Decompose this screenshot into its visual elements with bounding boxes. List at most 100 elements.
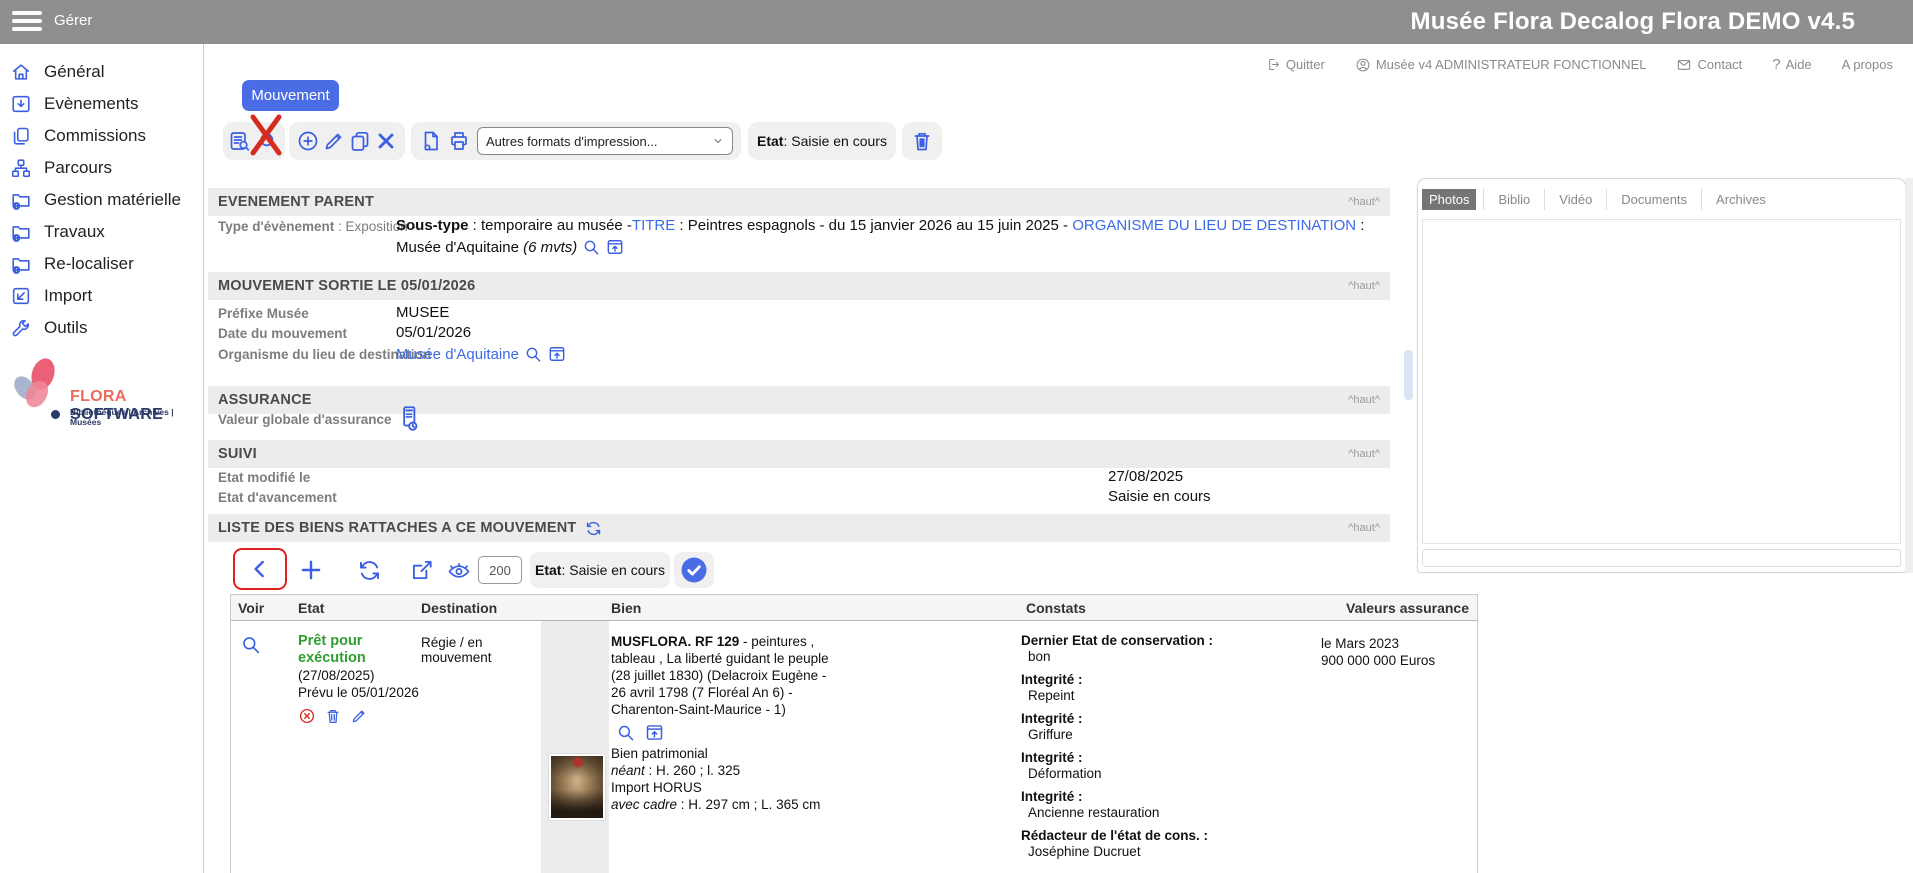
haut-link[interactable]: ^haut^ bbox=[1348, 448, 1380, 460]
validate-button[interactable] bbox=[674, 552, 714, 588]
menu-gerer[interactable]: Gérer bbox=[54, 12, 92, 29]
etat-filter-chip: Etat : Saisie en cours bbox=[530, 552, 670, 588]
bien-dimensions: néant : H. 260 ; l. 325 bbox=[611, 762, 841, 779]
search-button[interactable] bbox=[581, 237, 601, 264]
sidebar-item-general[interactable]: Général bbox=[10, 56, 181, 88]
folder-globe-icon bbox=[10, 189, 32, 211]
field-organisme-value: Musée d'Aquitaine bbox=[396, 344, 567, 368]
sidebar-item-evenements[interactable]: Evènements bbox=[10, 88, 181, 120]
col-bien[interactable]: Bien bbox=[611, 600, 641, 616]
musee-aquitaine-link[interactable]: Musée d'Aquitaine bbox=[396, 346, 519, 363]
haut-link[interactable]: ^haut^ bbox=[1348, 522, 1380, 534]
panel-scrollbar[interactable] bbox=[1422, 549, 1901, 567]
add-bien-button[interactable] bbox=[298, 557, 324, 588]
search-off-icon bbox=[256, 129, 280, 153]
duplicate-icon bbox=[348, 129, 372, 153]
duplicate-button[interactable] bbox=[347, 127, 373, 155]
field-avancement-value: Saisie en cours bbox=[1108, 488, 1211, 505]
toolbar-group-print: Autres formats d'impression... bbox=[411, 122, 741, 160]
panel-collapse-handle[interactable] bbox=[1404, 350, 1413, 400]
photos-empty-area bbox=[1422, 219, 1901, 544]
delete-button[interactable] bbox=[373, 127, 399, 155]
field-avancement-label: Etat d'avancement bbox=[218, 490, 337, 505]
open-record-button[interactable] bbox=[547, 344, 567, 368]
export-list-button[interactable] bbox=[409, 557, 435, 588]
cancel-movement-button[interactable] bbox=[298, 707, 316, 725]
sidebar: Général Evènements Commissions Parcours … bbox=[0, 44, 204, 873]
col-valeurs-assurance[interactable]: Valeurs assurance bbox=[1346, 600, 1469, 616]
add-button[interactable] bbox=[295, 127, 321, 155]
constat-item: Dernier Etat de conservation :bon bbox=[1021, 633, 1316, 665]
recycle-button[interactable] bbox=[356, 557, 383, 589]
section-liste-biens: LISTE DES BIENS RATTACHES A CE MOUVEMENT… bbox=[208, 514, 1390, 542]
utility-bar: Quitter Musée v4 ADMINISTRATEUR FONCTION… bbox=[1266, 56, 1893, 73]
constats-cell: Dernier Etat de conservation :bon Integr… bbox=[1021, 633, 1316, 867]
haut-link[interactable]: ^haut^ bbox=[1348, 394, 1380, 406]
view-record-button[interactable] bbox=[239, 633, 262, 661]
col-etat[interactable]: Etat bbox=[298, 600, 324, 616]
back-button-highlighted[interactable] bbox=[233, 548, 287, 590]
sidebar-item-gestion-materielle[interactable]: Gestion matérielle bbox=[10, 184, 181, 216]
sidebar-item-travaux[interactable]: Travaux bbox=[10, 216, 181, 248]
search-button[interactable] bbox=[523, 344, 543, 368]
field-prefixe-label: Préfixe Musée bbox=[218, 306, 309, 321]
result-count-input[interactable] bbox=[478, 556, 522, 584]
tab-video[interactable]: Vidéo bbox=[1544, 189, 1606, 210]
refresh-list-button[interactable] bbox=[584, 519, 603, 538]
sidebar-item-commissions[interactable]: Commissions bbox=[10, 120, 181, 152]
titre-link[interactable]: TITRE bbox=[632, 217, 675, 234]
print-format-dropdown[interactable]: Autres formats d'impression... bbox=[477, 127, 733, 155]
quitter-link[interactable]: Quitter bbox=[1266, 57, 1325, 72]
edit-row-button[interactable] bbox=[350, 707, 368, 725]
print-button[interactable] bbox=[445, 127, 473, 155]
open-window-icon bbox=[547, 344, 567, 364]
haut-link[interactable]: ^haut^ bbox=[1348, 196, 1380, 208]
sidebar-item-import[interactable]: Import bbox=[10, 280, 181, 312]
tab-documents[interactable]: Documents bbox=[1606, 189, 1701, 210]
tab-archives[interactable]: Archives bbox=[1701, 189, 1780, 210]
tab-biblio[interactable]: Biblio bbox=[1483, 189, 1544, 210]
status-date: (27/08/2025) bbox=[298, 667, 423, 684]
field-prefixe-value: MUSEE bbox=[396, 304, 449, 321]
col-destination[interactable]: Destination bbox=[421, 600, 497, 616]
field-type-evenement: Type d'évènement : Exposition - bbox=[218, 219, 416, 234]
basket-icon bbox=[910, 129, 934, 153]
sidebar-item-relocaliser[interactable]: Re-localiser bbox=[10, 248, 181, 280]
field-date-value: 05/01/2026 bbox=[396, 324, 471, 341]
col-voir[interactable]: Voir bbox=[238, 600, 264, 616]
col-constats[interactable]: Constats bbox=[1026, 600, 1086, 616]
tab-photos[interactable]: Photos bbox=[1422, 189, 1476, 210]
export-document-button[interactable] bbox=[417, 127, 445, 155]
search-bien-button[interactable] bbox=[615, 722, 636, 743]
list-search-button[interactable] bbox=[227, 127, 253, 155]
valeur-amount: 900 000 000 Euros bbox=[1321, 652, 1471, 669]
hamburger-menu-icon[interactable] bbox=[12, 11, 42, 33]
refresh-icon bbox=[584, 519, 603, 538]
sidebar-item-parcours[interactable]: Parcours bbox=[10, 152, 181, 184]
open-bien-button[interactable] bbox=[644, 722, 665, 743]
view-button[interactable] bbox=[445, 559, 473, 588]
contact-link[interactable]: Contact bbox=[1676, 57, 1742, 73]
tab-mouvement[interactable]: Mouvement bbox=[242, 80, 339, 111]
compute-value-button[interactable] bbox=[396, 404, 422, 437]
user-account[interactable]: Musée v4 ADMINISTRATEUR FONCTIONNEL bbox=[1355, 57, 1647, 73]
basket-button[interactable] bbox=[908, 127, 936, 155]
open-record-button[interactable] bbox=[605, 237, 625, 264]
organisme-link[interactable]: ORGANISME DU LIEU DE DESTINATION bbox=[1072, 217, 1356, 234]
valeurs-cell: le Mars 2023 900 000 000 Euros bbox=[1321, 635, 1471, 669]
magnifier-icon bbox=[615, 722, 636, 743]
list-search-icon bbox=[228, 129, 252, 153]
pencil-icon bbox=[322, 129, 346, 153]
page-scrollbar-track[interactable] bbox=[1905, 178, 1913, 573]
bien-thumbnail[interactable] bbox=[548, 753, 606, 821]
aide-link[interactable]: ? Aide bbox=[1772, 56, 1811, 73]
delete-row-button[interactable] bbox=[324, 707, 342, 725]
media-panel: Photos Biblio Vidéo Documents Archives bbox=[1417, 178, 1906, 573]
bien-cell: MUSFLORA. RF 129 - peintures , tableau ,… bbox=[611, 633, 841, 813]
document-icon bbox=[419, 129, 443, 153]
sidebar-item-outils[interactable]: Outils bbox=[10, 312, 181, 344]
search-off-button[interactable] bbox=[255, 127, 281, 155]
haut-link[interactable]: ^haut^ bbox=[1348, 280, 1380, 292]
edit-button[interactable] bbox=[321, 127, 347, 155]
apropos-link[interactable]: A propos bbox=[1842, 57, 1893, 72]
